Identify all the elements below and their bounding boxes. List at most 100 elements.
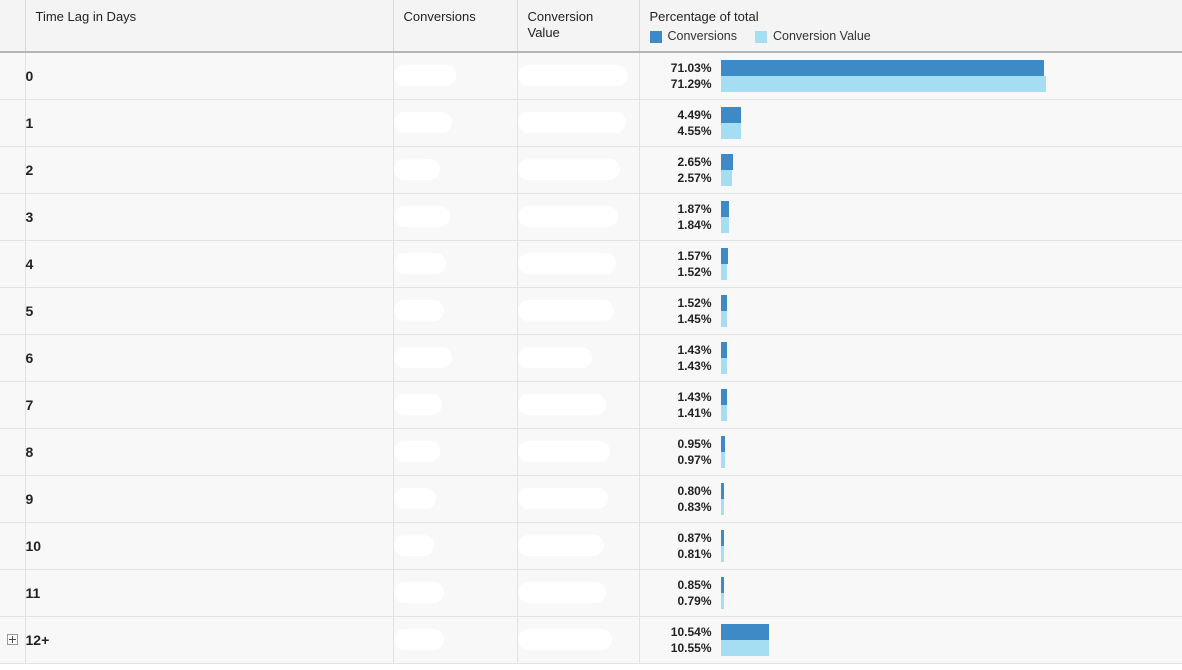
percentage-label-conversions: 10.54%	[670, 624, 712, 639]
table-row[interactable]: 12+ 10.54% 10.55%	[0, 616, 1182, 664]
column-header-percentage-of-total: Percentage of total Conversions Conversi…	[639, 0, 1182, 53]
table-row[interactable]: 3 1.87% 1.84%	[0, 193, 1182, 241]
bar-conversion-value	[720, 357, 728, 374]
table-row[interactable]: 1 4.49% 4.55%	[0, 99, 1182, 147]
bar-conversion-value	[720, 263, 728, 280]
bar-conversions	[720, 576, 725, 593]
percentage-label-conversion-value: 1.43%	[677, 358, 712, 373]
table-row[interactable]: 6 1.43% 1.43%	[0, 334, 1182, 382]
percentage-label-conversion-value: 10.55%	[670, 640, 712, 655]
bar-conversion-value	[720, 639, 769, 656]
cell-time-lag: 3	[25, 193, 394, 241]
percentage-label-conversions: 1.87%	[677, 201, 712, 216]
table-row[interactable]: 8 0.95% 0.97%	[0, 428, 1182, 476]
cell-conversions	[393, 381, 518, 429]
redaction-block	[517, 159, 620, 180]
cell-conversions	[393, 428, 518, 476]
legend-item-conversions[interactable]: Conversions	[649, 29, 737, 43]
table-row[interactable]: 11 0.85% 0.79%	[0, 569, 1182, 617]
cell-conversion-value	[517, 428, 640, 476]
row-gutter-cell	[0, 240, 26, 288]
redaction-block	[393, 441, 440, 462]
table-row[interactable]: 4 1.57% 1.52%	[0, 240, 1182, 288]
redaction-block	[517, 488, 608, 509]
percentage-label-conversions: 1.43%	[677, 342, 712, 357]
cell-percentage-of-total: 2.65% 2.57%	[639, 146, 1182, 194]
table-row[interactable]: 9 0.80% 0.83%	[0, 475, 1182, 523]
cell-percentage-of-total: 1.43% 1.43%	[639, 334, 1182, 382]
cell-time-lag: 1	[25, 99, 394, 147]
table-row[interactable]: 7 1.43% 1.41%	[0, 381, 1182, 429]
cell-conversions	[393, 569, 518, 617]
percentage-labels: 1.43% 1.43%	[646, 342, 712, 374]
cell-time-lag: 5	[25, 287, 394, 335]
percentage-bar-group: 71.03% 71.29%	[640, 53, 1182, 99]
bar-pair	[720, 482, 1182, 515]
percentage-label-conversions: 71.03%	[670, 60, 712, 75]
redaction-block	[517, 65, 628, 87]
percentage-label-conversions: 1.43%	[677, 389, 712, 404]
percentage-bar-group: 1.52% 1.45%	[640, 288, 1182, 334]
percentage-label-conversions: 0.80%	[677, 483, 712, 498]
legend-item-conversion-value[interactable]: Conversion Value	[754, 30, 871, 43]
chart-legend: Conversions Conversion Value	[649, 29, 1172, 43]
bar-pair	[720, 388, 1182, 421]
plus-box-icon[interactable]	[6, 633, 18, 645]
cell-time-lag: 8	[25, 428, 394, 476]
column-header-conversion-value[interactable]: Conversion Value	[517, 0, 640, 53]
bar-pair	[720, 59, 1182, 92]
cell-conversion-value	[517, 522, 640, 570]
bar-pair	[720, 200, 1182, 233]
bar-conversion-value	[720, 592, 725, 609]
row-gutter-cell	[0, 381, 26, 429]
legend-swatch-conversion-value	[754, 30, 767, 43]
cell-percentage-of-total: 0.85% 0.79%	[639, 569, 1182, 617]
percentage-bar-group: 4.49% 4.55%	[640, 100, 1182, 146]
cell-percentage-of-total: 1.52% 1.45%	[639, 287, 1182, 335]
percentage-label-conversions: 0.87%	[677, 530, 712, 545]
cell-percentage-of-total: 71.03% 71.29%	[639, 52, 1182, 100]
bar-conversions	[720, 106, 741, 123]
cell-time-lag: 9	[25, 475, 394, 523]
cell-conversions	[393, 475, 518, 523]
redaction-block	[517, 629, 612, 650]
table-row[interactable]: 0 71.03% 71.29%	[0, 52, 1182, 100]
redaction-block	[517, 394, 606, 415]
cell-time-lag: 4	[25, 240, 394, 288]
legend-label-conversions: Conversions	[667, 29, 737, 43]
table-row[interactable]: 10 0.87% 0.81%	[0, 522, 1182, 570]
percentage-bar-group: 10.54% 10.55%	[640, 617, 1182, 663]
cell-conversion-value	[517, 616, 640, 664]
bar-pair	[720, 294, 1182, 327]
redaction-block	[393, 394, 442, 415]
redaction-block	[517, 441, 610, 462]
cell-conversion-value	[517, 381, 640, 429]
redaction-block	[517, 206, 618, 227]
bar-conversions	[720, 482, 725, 499]
percentage-bar-group: 1.43% 1.41%	[640, 382, 1182, 428]
cell-percentage-of-total: 1.57% 1.52%	[639, 240, 1182, 288]
bar-conversion-value	[720, 310, 728, 327]
column-header-conversions[interactable]: Conversions	[393, 0, 518, 53]
cell-conversion-value	[517, 193, 640, 241]
column-header-time-lag[interactable]: Time Lag in Days	[25, 0, 394, 53]
table-row[interactable]: 5 1.52% 1.45%	[0, 287, 1182, 335]
table-row[interactable]: 2 2.65% 2.57%	[0, 146, 1182, 194]
percentage-labels: 71.03% 71.29%	[646, 60, 712, 92]
redaction-block	[393, 112, 452, 133]
percentage-label-conversion-value: 1.52%	[677, 264, 712, 279]
row-gutter-cell	[0, 99, 26, 147]
cell-time-lag: 6	[25, 334, 394, 382]
percentage-labels: 4.49% 4.55%	[646, 107, 711, 139]
redaction-block	[393, 65, 456, 87]
bar-pair	[720, 623, 1182, 656]
header-row: Time Lag in Days Conversions Conversion …	[0, 0, 1182, 53]
bar-conversion-value	[720, 216, 729, 233]
cell-conversion-value	[517, 569, 640, 617]
bar-conversion-value	[720, 404, 727, 421]
cell-percentage-of-total: 0.80% 0.83%	[639, 475, 1182, 523]
row-gutter-cell[interactable]	[0, 616, 26, 664]
percentage-label-conversion-value: 0.79%	[677, 593, 712, 608]
cell-time-lag: 2	[25, 146, 394, 194]
row-gutter-cell	[0, 475, 26, 523]
